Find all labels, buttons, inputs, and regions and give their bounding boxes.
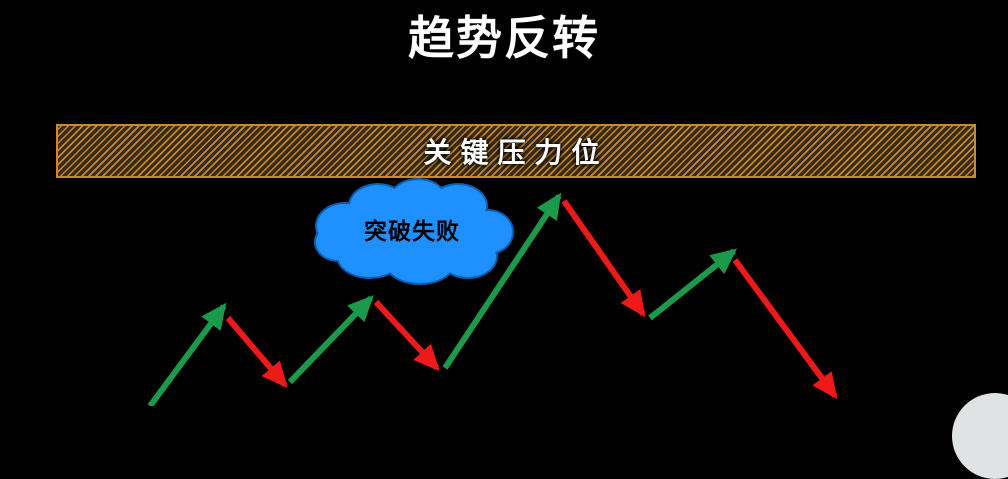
up-arrow-2 [287,295,374,385]
up-arrow-4 [648,248,738,321]
down-arrow-1 [225,316,288,389]
down-arrow-3 [561,199,646,318]
down-arrow-2 [373,299,440,371]
trend-arrows-diagram [147,178,838,406]
down-arrow-4 [732,258,838,400]
up-arrow-1 [147,302,227,406]
failed-breakout-label: 突破失败 [364,219,460,245]
